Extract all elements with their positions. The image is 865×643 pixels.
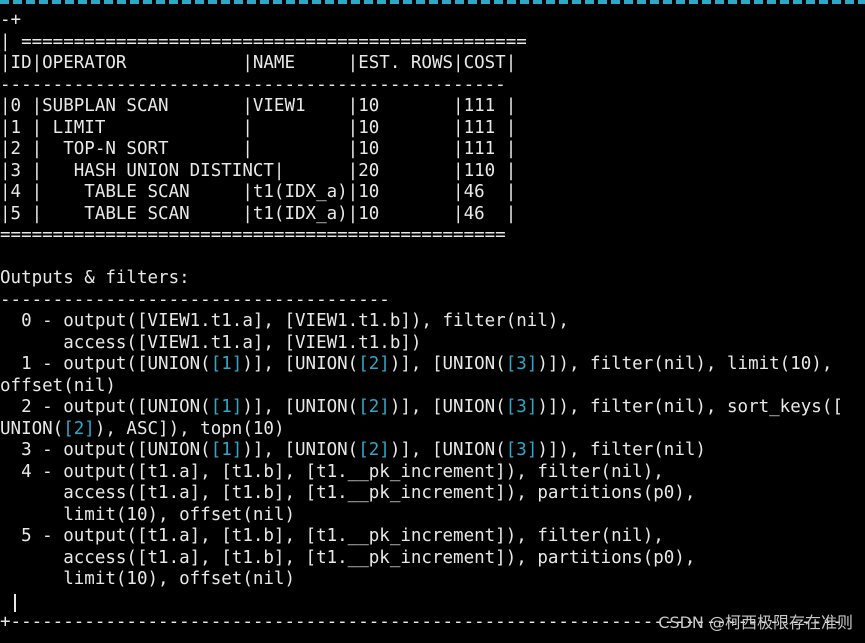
reference-token: [1] — [210, 397, 243, 417]
terminal-line: offset(nil) — [0, 376, 843, 398]
reference-token: [2] — [358, 354, 390, 374]
text-segment: limit(10), offset(nil) — [0, 504, 296, 525]
reference-token: [2] — [63, 418, 95, 439]
terminal-line: access([t1.a], [t1.b], [t1.__pk_incremen… — [0, 483, 843, 505]
text-segment: access([t1.a], [t1.b], [t1.__pk_incremen… — [0, 547, 696, 568]
reference-token: [1] — [210, 354, 243, 374]
terminal-line: access([VIEW1.t1.a], [VIEW1.t1.b]) — [0, 333, 843, 355]
text-segment: ----------------------------------------… — [0, 74, 506, 95]
text-segment: |2 | TOP-N SORT | |10 |111 | — [0, 139, 517, 159]
terminal-window[interactable]: -+ | ====================================… — [0, 0, 865, 643]
text-cursor — [14, 594, 16, 612]
terminal-line: 0 - output([VIEW1.t1.a], [VIEW1.t1.b]), … — [0, 311, 843, 333]
terminal-line: |4 | TABLE SCAN |t1(IDX_a)|10 |46 | — [0, 182, 843, 204]
terminal-line: limit(10), offset(nil) — [0, 569, 843, 591]
text-segment: access([VIEW1.t1.a], [VIEW1.t1.b]) — [0, 332, 422, 353]
reference-token: [2] — [358, 397, 390, 417]
terminal-line: limit(10), offset(nil) — [0, 505, 843, 527]
text-segment: |ID|OPERATOR |NAME |EST. ROWS|COST| — [0, 53, 517, 73]
text-segment: offset(nil) — [0, 375, 116, 396]
terminal-line: |3 | HASH UNION DISTINCT| |20 |110 | — [0, 161, 843, 183]
text-segment: 4 - output([t1.a], [t1.b], [t1.__pk_incr… — [0, 461, 664, 482]
text-segment: |4 | TABLE SCAN |t1(IDX_a)|10 |46 | — [0, 182, 517, 202]
watermark-text: CSDN @柯西极限存在准则 — [658, 613, 853, 632]
text-segment: -+ — [0, 10, 22, 30]
terminal-line: |0 |SUBPLAN SCAN |VIEW1 |10 |111 | — [0, 96, 843, 118]
terminal-line: access([t1.a], [t1.b], [t1.__pk_incremen… — [0, 548, 843, 570]
text-segment: )], [UNION( — [389, 440, 506, 460]
terminal-line: 2 - output([UNION([1])], [UNION([2])], [… — [0, 397, 843, 419]
text-segment: access([t1.a], [t1.b], [t1.__pk_incremen… — [0, 483, 696, 503]
terminal-line: ----------------------------------------… — [0, 75, 843, 97]
terminal-line: |2 | TOP-N SORT | |10 |111 | — [0, 139, 843, 161]
text-segment: 3 - output([UNION( — [0, 440, 211, 460]
text-segment: )], [UNION( — [242, 397, 359, 417]
reference-token: [3] — [505, 354, 538, 374]
text-segment: 0 - output([VIEW1.t1.a], [VIEW1.t1.b]), … — [0, 311, 569, 331]
text-segment: ------------------------------------- — [0, 289, 390, 310]
terminal-line: 3 - output([UNION([1])], [UNION([2])], [… — [0, 440, 843, 462]
text-segment: )]), filter(nil) — [537, 440, 706, 460]
terminal-line: UNION([2]), ASC]), topn(10) — [0, 419, 843, 441]
terminal-line: |ID|OPERATOR |NAME |EST. ROWS|COST| — [0, 53, 843, 75]
text-segment: 2 - output([UNION( — [0, 397, 211, 417]
reference-token: [1] — [210, 440, 243, 460]
text-segment: Outputs & filters: — [0, 268, 190, 288]
text-segment: |0 |SUBPLAN SCAN |VIEW1 |10 |111 | — [0, 96, 517, 116]
text-segment: |3 | HASH UNION DISTINCT| |20 |110 | — [0, 160, 517, 181]
reference-token: [2] — [358, 440, 390, 460]
text-segment: ========================================… — [0, 225, 506, 245]
terminal-line: 5 - output([t1.a], [t1.b], [t1.__pk_incr… — [0, 526, 843, 548]
text-segment: )], [UNION( — [389, 354, 506, 374]
text-segment: ), ASC]), topn(10) — [94, 418, 285, 439]
text-segment: 1 - output([UNION( — [0, 354, 211, 374]
text-segment: )], [UNION( — [242, 440, 359, 460]
top-dashed-border — [0, 0, 865, 4]
text-segment: UNION( — [0, 418, 64, 439]
terminal-line: |5 | TABLE SCAN |t1(IDX_a)|10 |46 | — [0, 204, 843, 226]
terminal-output: -+ | ====================================… — [0, 10, 843, 612]
terminal-line: 4 - output([t1.a], [t1.b], [t1.__pk_incr… — [0, 462, 843, 484]
terminal-line: | ======================================… — [0, 32, 843, 54]
terminal-line: Outputs & filters: — [0, 268, 843, 290]
terminal-line: |1 | LIMIT | |10 |111 | — [0, 118, 843, 140]
terminal-line: 1 - output([UNION([1])], [UNION([2])], [… — [0, 354, 843, 376]
text-segment: )], [UNION( — [389, 397, 506, 417]
text-segment: )], [UNION( — [242, 354, 359, 374]
text-segment: 5 - output([t1.a], [t1.b], [t1.__pk_incr… — [0, 526, 664, 546]
text-segment: |5 | TABLE SCAN |t1(IDX_a)|10 |46 | — [0, 203, 517, 224]
text-segment: |1 | LIMIT | |10 |111 | — [0, 117, 517, 138]
terminal-line: ------------------------------------- — [0, 290, 843, 312]
terminal-line: -+ — [0, 10, 843, 32]
text-segment: )]), filter(nil), limit(10), — [537, 354, 833, 374]
terminal-line: ========================================… — [0, 225, 843, 247]
reference-token: [3] — [505, 397, 538, 417]
text-segment: limit(10), offset(nil) — [0, 569, 296, 589]
reference-token: [3] — [505, 440, 538, 460]
text-segment: | ======================================… — [0, 31, 527, 52]
text-segment: )]), filter(nil), sort_keys([ — [537, 397, 843, 417]
